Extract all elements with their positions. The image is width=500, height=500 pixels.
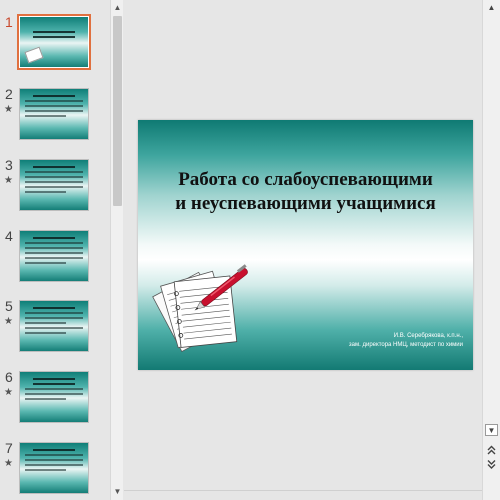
animation-star-icon: ★: [4, 387, 13, 398]
animation-star-icon: ★: [4, 316, 13, 327]
author-line: зам. директора НМЦ, методист по химии: [348, 342, 463, 348]
slide-number: 1: [5, 14, 13, 30]
slide-thumbnail-2[interactable]: 2 ★: [0, 86, 110, 152]
thumbnail-frame[interactable]: [19, 442, 89, 494]
double-chevron-up-icon[interactable]: [485, 444, 498, 456]
author-line: И.В. Серебрякова, к.п.н.,: [393, 333, 463, 339]
slide-number: 5: [5, 298, 13, 314]
thumbnail-preview: [20, 89, 88, 139]
animation-star-icon: ★: [4, 175, 13, 186]
scrollbar-thumb[interactable]: [113, 16, 122, 206]
scroll-down-arrow-icon[interactable]: ▼: [485, 424, 498, 436]
slide-author-info[interactable]: И.В. Серебрякова, к.п.н., зам. директора…: [349, 332, 463, 350]
thumbnail-preview: [20, 17, 88, 67]
scroll-down-arrow-icon[interactable]: ▼: [112, 486, 123, 497]
thumbnail-frame[interactable]: [19, 159, 89, 211]
animation-star-icon: ★: [4, 104, 13, 115]
slide-thumbnail-4[interactable]: 4: [0, 228, 110, 294]
current-slide[interactable]: Работа со слабоуспевающими и неуспевающи…: [138, 120, 473, 370]
slide-scrollbar[interactable]: ▲ ▼: [482, 0, 500, 500]
scroll-up-arrow-icon[interactable]: ▲: [112, 2, 123, 13]
thumbnail-frame[interactable]: [19, 300, 89, 352]
slide-thumbnail-5[interactable]: 5 ★: [0, 298, 110, 364]
scroll-up-arrow-icon[interactable]: ▲: [485, 2, 498, 14]
thumbnail-preview: [20, 372, 88, 422]
title-line: и неуспевающими учащимися: [175, 193, 436, 214]
slide-number: 3: [5, 157, 13, 173]
thumbnail-frame[interactable]: [19, 371, 89, 423]
slide-number: 2: [5, 86, 13, 102]
notes-divider[interactable]: [124, 490, 482, 500]
double-chevron-down-icon[interactable]: [485, 459, 498, 471]
thumbnail-preview: [20, 443, 88, 493]
papers-and-pen-icon: [152, 264, 248, 353]
thumbnail-preview: [20, 231, 88, 281]
slide-thumbnail-6[interactable]: 6 ★: [0, 369, 110, 435]
slide-number: 6: [5, 369, 13, 385]
slide-thumbnail-1[interactable]: 1: [0, 14, 110, 80]
slide-thumbnail-pane: 1 2 ★ 3 ★ 4 5 ★ 6 ★ 7 ★: [0, 0, 110, 500]
paper-icon: [24, 46, 44, 64]
thumbnail-scrollbar[interactable]: ▲ ▼: [110, 0, 123, 500]
slide-editing-area: Работа со слабоуспевающими и неуспевающи…: [124, 0, 482, 500]
thumbnail-frame[interactable]: [17, 14, 91, 70]
slide-title[interactable]: Работа со слабоуспевающими и неуспевающи…: [138, 168, 473, 216]
thumbnail-preview: [20, 160, 88, 210]
slide-number: 4: [5, 228, 13, 244]
animation-star-icon: ★: [4, 458, 13, 469]
slide-number: 7: [5, 440, 13, 456]
title-line: Работа со слабоуспевающими: [178, 169, 433, 190]
thumbnail-frame[interactable]: [19, 230, 89, 282]
thumbnail-preview: [20, 301, 88, 351]
thumbnail-frame[interactable]: [19, 88, 89, 140]
slide-thumbnail-3[interactable]: 3 ★: [0, 157, 110, 223]
slide-thumbnail-7[interactable]: 7 ★: [0, 440, 110, 500]
